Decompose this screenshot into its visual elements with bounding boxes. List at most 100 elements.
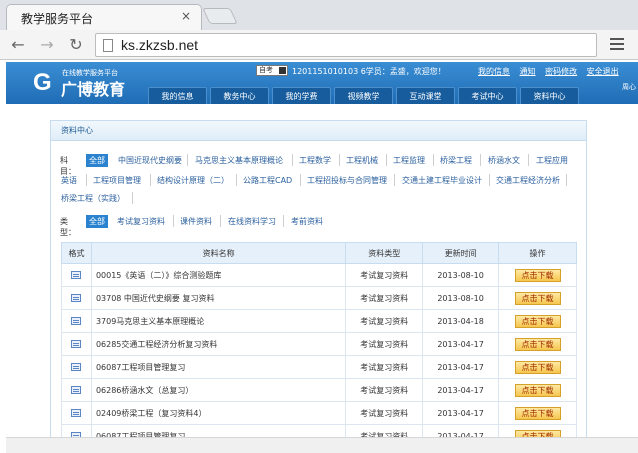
logo-title: 广博教育 [61, 80, 126, 99]
resource-name: 06286桥涵水文（总复习） [90, 378, 347, 402]
resource-date: 2013-08-10 [422, 286, 500, 310]
logo-icon: G [33, 69, 52, 96]
resource-table: 格式 资料名称 资料类型 更新时间 操作 00015《英语（二）》综合测验题库 … [61, 242, 577, 448]
table-row: 00015《英语（二）》综合测验题库 考试复习资料 2013-08-10 点击下… [61, 263, 577, 287]
header-links: 我的信息 通知 密码修改 安全退出 [478, 66, 626, 77]
nav-item[interactable]: 资料中心 [520, 87, 579, 104]
subject-chip[interactable]: 交通土建工程毕业设计 [402, 175, 482, 186]
document-icon [71, 386, 82, 394]
subject-chip[interactable]: 英语 [61, 175, 77, 186]
resource-date: 2013-04-17 [422, 401, 500, 425]
resource-date: 2013-08-10 [422, 263, 500, 287]
resource-type: 考试复习资料 [345, 332, 424, 356]
download-button[interactable]: 点击下载 [514, 383, 561, 397]
subject-chip[interactable]: 结构设计原理（二） [157, 175, 229, 186]
type-chip[interactable]: 考试复习资料 [117, 216, 165, 227]
menu-icon[interactable] [610, 38, 624, 52]
site-header: G 在线教学服务平台 广博教育 自考 1201151010103 6学员：孟盛，… [6, 62, 638, 104]
resource-name: 00015《英语（二）》综合测验题库 [90, 263, 347, 287]
resource-name: 03708 中国近代史纲要 复习资料 [90, 286, 347, 310]
main-nav: 我的信息 教务中心 我的学费 视频教学 互动课堂 考试中心 资料中心 [148, 87, 582, 104]
resource-date: 2013-04-17 [422, 332, 500, 356]
table-header-row: 格式 资料名称 资料类型 更新时间 操作 [61, 242, 577, 264]
tab-title: 教学服务平台 [21, 12, 94, 26]
table-row: 06285交通工程经济分析复习资料 考试复习资料 2013-04-17 点击下载 [61, 332, 577, 356]
subject-chip[interactable]: 公路工程CAD [243, 175, 292, 186]
subject-chip[interactable]: 工程招投标与合同管理 [307, 175, 387, 186]
col-type: 资料类型 [345, 242, 424, 264]
nav-item[interactable]: 视频教学 [334, 87, 393, 104]
download-button[interactable]: 点击下载 [514, 268, 561, 282]
table-row: 03708 中国近代史纲要 复习资料 考试复习资料 2013-08-10 点击下… [61, 286, 577, 310]
link-password[interactable]: 密码修改 [545, 67, 577, 76]
exam-type-select[interactable]: 自考 [256, 65, 288, 76]
resource-name: 3709马克思主义基本原理概论 [90, 309, 347, 333]
resource-type: 考试复习资料 [345, 355, 424, 379]
nav-item[interactable]: 我的学费 [272, 87, 331, 104]
resource-type: 考试复习资料 [345, 263, 424, 287]
document-icon [71, 363, 82, 371]
download-button[interactable]: 点击下载 [514, 360, 561, 374]
back-icon[interactable]: ← [8, 35, 28, 54]
document-icon [71, 271, 82, 279]
tab-close-icon[interactable]: × [181, 9, 191, 23]
link-my-info[interactable]: 我的信息 [478, 67, 510, 76]
nav-item[interactable]: 我的信息 [148, 87, 207, 104]
type-chip[interactable]: 全部 [86, 215, 108, 228]
subject-chip[interactable]: 中国近现代史纲要 [118, 155, 182, 166]
nav-item[interactable]: 考试中心 [458, 87, 517, 104]
forward-icon[interactable]: → [37, 35, 57, 54]
panel-title: 资料中心 [51, 121, 586, 141]
subject-chip[interactable]: 桥梁工程（实践） [61, 193, 125, 204]
resource-date: 2013-04-17 [422, 355, 500, 379]
resource-type: 考试复习资料 [345, 378, 424, 402]
document-icon [71, 294, 82, 302]
subject-label: 科目： [60, 156, 76, 176]
horizontal-scrollbar[interactable] [6, 437, 638, 453]
header-right-text: 周心 [622, 83, 636, 91]
col-date: 更新时间 [422, 242, 500, 264]
download-button[interactable]: 点击下载 [514, 314, 561, 328]
nav-item[interactable]: 互动课堂 [396, 87, 455, 104]
subject-chip[interactable]: 交通工程经济分析 [496, 175, 560, 186]
subject-chip[interactable]: 工程数学 [299, 155, 331, 166]
table-row: 3709马克思主义基本原理概论 考试复习资料 2013-04-18 点击下载 [61, 309, 577, 333]
download-button[interactable]: 点击下载 [514, 291, 561, 305]
download-button[interactable]: 点击下载 [514, 406, 561, 420]
url-text[interactable]: ks.zkzsb.net [121, 37, 198, 53]
resource-date: 2013-04-18 [422, 309, 500, 333]
subject-chip[interactable]: 全部 [86, 154, 108, 167]
link-logout[interactable]: 安全退出 [587, 67, 619, 76]
link-notice[interactable]: 通知 [520, 67, 536, 76]
type-chip[interactable]: 课件资料 [180, 216, 212, 227]
resource-name: 02409桥梁工程（复习资料4） [90, 401, 347, 425]
col-action: 操作 [498, 242, 577, 264]
document-icon [71, 317, 82, 325]
subject-chip[interactable]: 工程项目管理 [93, 175, 141, 186]
resource-name: 06285交通工程经济分析复习资料 [90, 332, 347, 356]
download-button[interactable]: 点击下载 [514, 337, 561, 351]
type-chip[interactable]: 考前资料 [291, 216, 323, 227]
subject-chip[interactable]: 工程监理 [393, 155, 425, 166]
subject-chip[interactable]: 工程机械 [346, 155, 378, 166]
table-row: 02409桥梁工程（复习资料4） 考试复习资料 2013-04-17 点击下载 [61, 401, 577, 425]
type-chip[interactable]: 在线资料学习 [228, 216, 276, 227]
reload-icon[interactable]: ↻ [66, 35, 86, 54]
resource-name: 06087工程项目管理复习 [90, 355, 347, 379]
page-icon [103, 39, 113, 52]
col-format: 格式 [61, 242, 92, 264]
col-name: 资料名称 [90, 242, 347, 264]
browser-tabstrip: 教学服务平台 × [0, 0, 638, 30]
subject-chip[interactable]: 桥梁工程 [440, 155, 472, 166]
subject-chip[interactable]: 马克思主义基本原理概论 [195, 155, 283, 166]
nav-item[interactable]: 教务中心 [210, 87, 269, 104]
document-icon [71, 409, 82, 417]
subject-chip[interactable]: 桥涵水文 [488, 155, 520, 166]
address-bar[interactable]: ks.zkzsb.net [95, 33, 597, 57]
subject-chip[interactable]: 工程应用 [536, 155, 568, 166]
new-tab-button[interactable] [202, 8, 238, 24]
table-row: 06087工程项目管理复习 考试复习资料 2013-04-17 点击下载 [61, 355, 577, 379]
browser-tab[interactable]: 教学服务平台 × [6, 4, 202, 30]
table-row: 06286桥涵水文（总复习） 考试复习资料 2013-04-17 点击下载 [61, 378, 577, 402]
type-label: 类型： [60, 217, 76, 237]
